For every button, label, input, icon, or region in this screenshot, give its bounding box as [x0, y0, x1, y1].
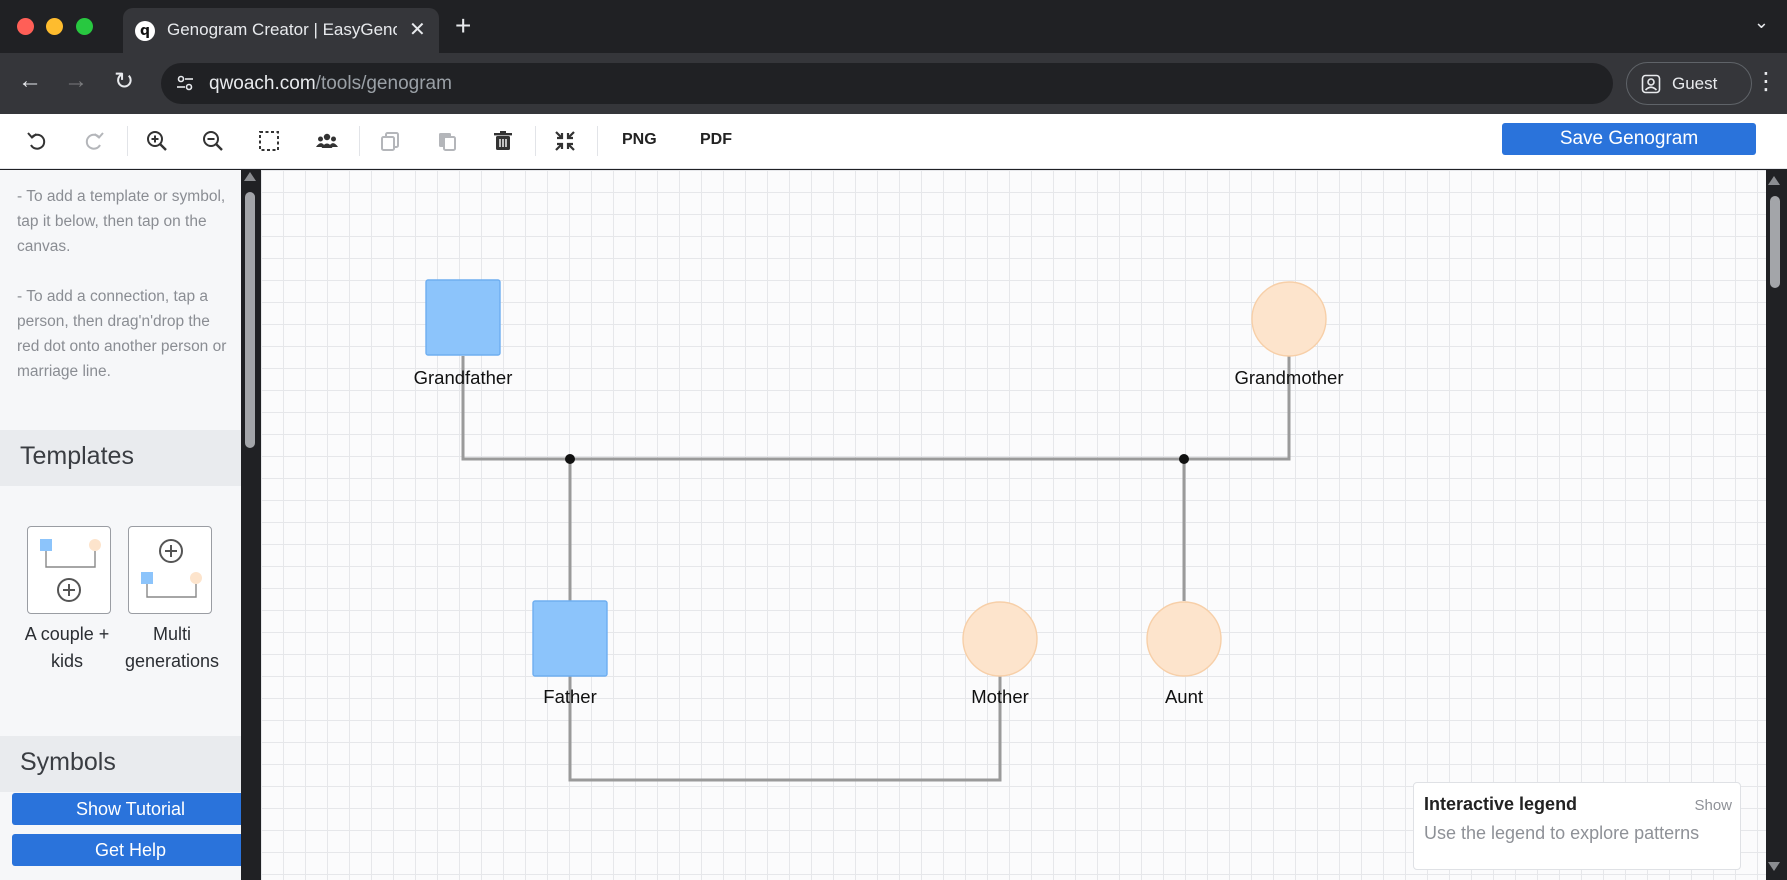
get-help-button[interactable]: Get Help	[12, 834, 241, 866]
window-maximize-button[interactable]	[76, 18, 93, 35]
person-father[interactable]	[532, 600, 608, 677]
instructions: - To add a template or symbol, tap it be…	[17, 184, 227, 409]
undo-icon[interactable]	[24, 128, 50, 154]
toolbar-divider	[359, 126, 360, 156]
zoom-out-icon[interactable]	[200, 128, 226, 154]
person-label-aunt: Aunt	[1164, 686, 1204, 707]
connection-node[interactable]	[1179, 454, 1189, 464]
new-tab-button[interactable]: +	[455, 10, 471, 42]
tab-title: Genogram Creator | EasyGenogram	[167, 20, 397, 39]
couple-kids-template-icon	[40, 539, 101, 602]
profile-icon	[1641, 74, 1661, 94]
genogram-diagram	[425, 279, 1327, 782]
site-settings-icon[interactable]	[174, 72, 196, 94]
instruction-add-symbol: - To add a template or symbol, tap it be…	[17, 188, 226, 255]
tab-search-chevron-icon[interactable]: ⌄	[1754, 12, 1769, 33]
redo-icon[interactable]	[81, 128, 107, 154]
browser-address-bar: ← → ↻ qwoach.com/tools/genogram Guest ⋮	[0, 53, 1787, 114]
back-arrow-icon[interactable]: ←	[18, 67, 42, 95]
browser-tab-bar: q Genogram Creator | EasyGenogram ✕ + ⌄	[0, 0, 1787, 53]
zoom-in-icon[interactable]	[144, 128, 170, 154]
person-grandmother[interactable]	[1251, 281, 1327, 357]
legend-show-toggle[interactable]: Show	[1694, 797, 1732, 814]
person-label-grandmother: Grandmother	[1234, 367, 1344, 388]
genogram-canvas[interactable]: Grandfather Grandmother Father Mother Au…	[261, 170, 1766, 880]
export-png-button[interactable]: PNG	[622, 131, 657, 149]
url-input[interactable]: qwoach.com/tools/genogram	[161, 63, 1613, 104]
forward-arrow-icon[interactable]: →	[64, 67, 88, 95]
window-close-button[interactable]	[17, 18, 34, 35]
select-area-icon[interactable]	[256, 128, 282, 154]
template-couple-kids-label: A couple + kids	[24, 624, 110, 671]
url-path: /tools/genogram	[315, 73, 452, 94]
sidebar-scrollbar[interactable]	[245, 192, 255, 448]
reload-icon[interactable]: ↻	[114, 67, 134, 96]
template-multi-generations-label: Multi generations	[124, 624, 220, 671]
marriage-line-grandparents[interactable]	[461, 356, 1291, 461]
paste-icon[interactable]	[434, 128, 460, 154]
legend-description: Use the legend to explore patterns	[1424, 823, 1700, 843]
instruction-add-connection: - To add a connection, tap a person, the…	[17, 288, 227, 380]
copy-icon[interactable]	[377, 128, 403, 154]
browser-tab[interactable]: q Genogram Creator | EasyGenogram ✕	[123, 8, 439, 53]
show-tutorial-button[interactable]: Show Tutorial	[12, 793, 241, 825]
connection-node[interactable]	[565, 454, 575, 464]
group-icon[interactable]	[314, 128, 340, 154]
person-label-grandfather: Grandfather	[413, 367, 513, 388]
person-label-father: Father	[543, 686, 597, 707]
url-text: qwoach.com/tools/genogram	[209, 73, 452, 95]
templates-header-label: Templates	[20, 442, 134, 470]
url-domain: qwoach.com	[209, 73, 316, 94]
profile-label: Guest	[1672, 74, 1718, 93]
sidebar-scroll-up-arrow-icon[interactable]	[244, 172, 256, 181]
symbols-header-label: Symbols	[20, 748, 116, 776]
export-pdf-button[interactable]: PDF	[700, 131, 732, 149]
template-couple-kids[interactable]	[27, 526, 111, 614]
site-favicon-icon: q	[135, 21, 155, 41]
legend-title: Interactive legend	[1424, 794, 1578, 814]
person-mother[interactable]	[962, 601, 1038, 677]
interactive-legend-panel[interactable]: Interactive legend Show Use the legend t…	[1413, 782, 1741, 870]
window-minimize-button[interactable]	[46, 18, 63, 35]
toolbar-divider	[597, 126, 598, 156]
canvas-scroll-down-arrow-icon[interactable]	[1768, 862, 1780, 871]
editor-toolbar: PNG PDF Save Genogram	[0, 114, 1787, 169]
templates-section-header[interactable]: Templates	[0, 430, 241, 486]
person-label-mother: Mother	[971, 686, 1029, 707]
browser-menu-icon[interactable]: ⋮	[1754, 67, 1778, 96]
canvas-scroll-up-arrow-icon[interactable]	[1768, 176, 1780, 185]
profile-button[interactable]: Guest	[1626, 62, 1752, 105]
toolbar-divider	[535, 126, 536, 156]
person-grandfather[interactable]	[425, 279, 501, 356]
person-aunt[interactable]	[1146, 601, 1222, 677]
canvas-scrollbar[interactable]	[1770, 196, 1780, 288]
multi-generations-template-icon	[141, 539, 202, 598]
toolbar-divider	[127, 126, 128, 156]
sidebar-panel: - To add a template or symbol, tap it be…	[0, 170, 241, 880]
delete-icon[interactable]	[490, 128, 516, 154]
fit-screen-icon[interactable]	[552, 128, 578, 154]
save-genogram-button[interactable]: Save Genogram	[1502, 123, 1756, 155]
template-multi-generations[interactable]	[128, 526, 212, 614]
tab-close-icon[interactable]: ✕	[409, 17, 426, 42]
symbols-section-header[interactable]: Symbols	[0, 736, 241, 792]
